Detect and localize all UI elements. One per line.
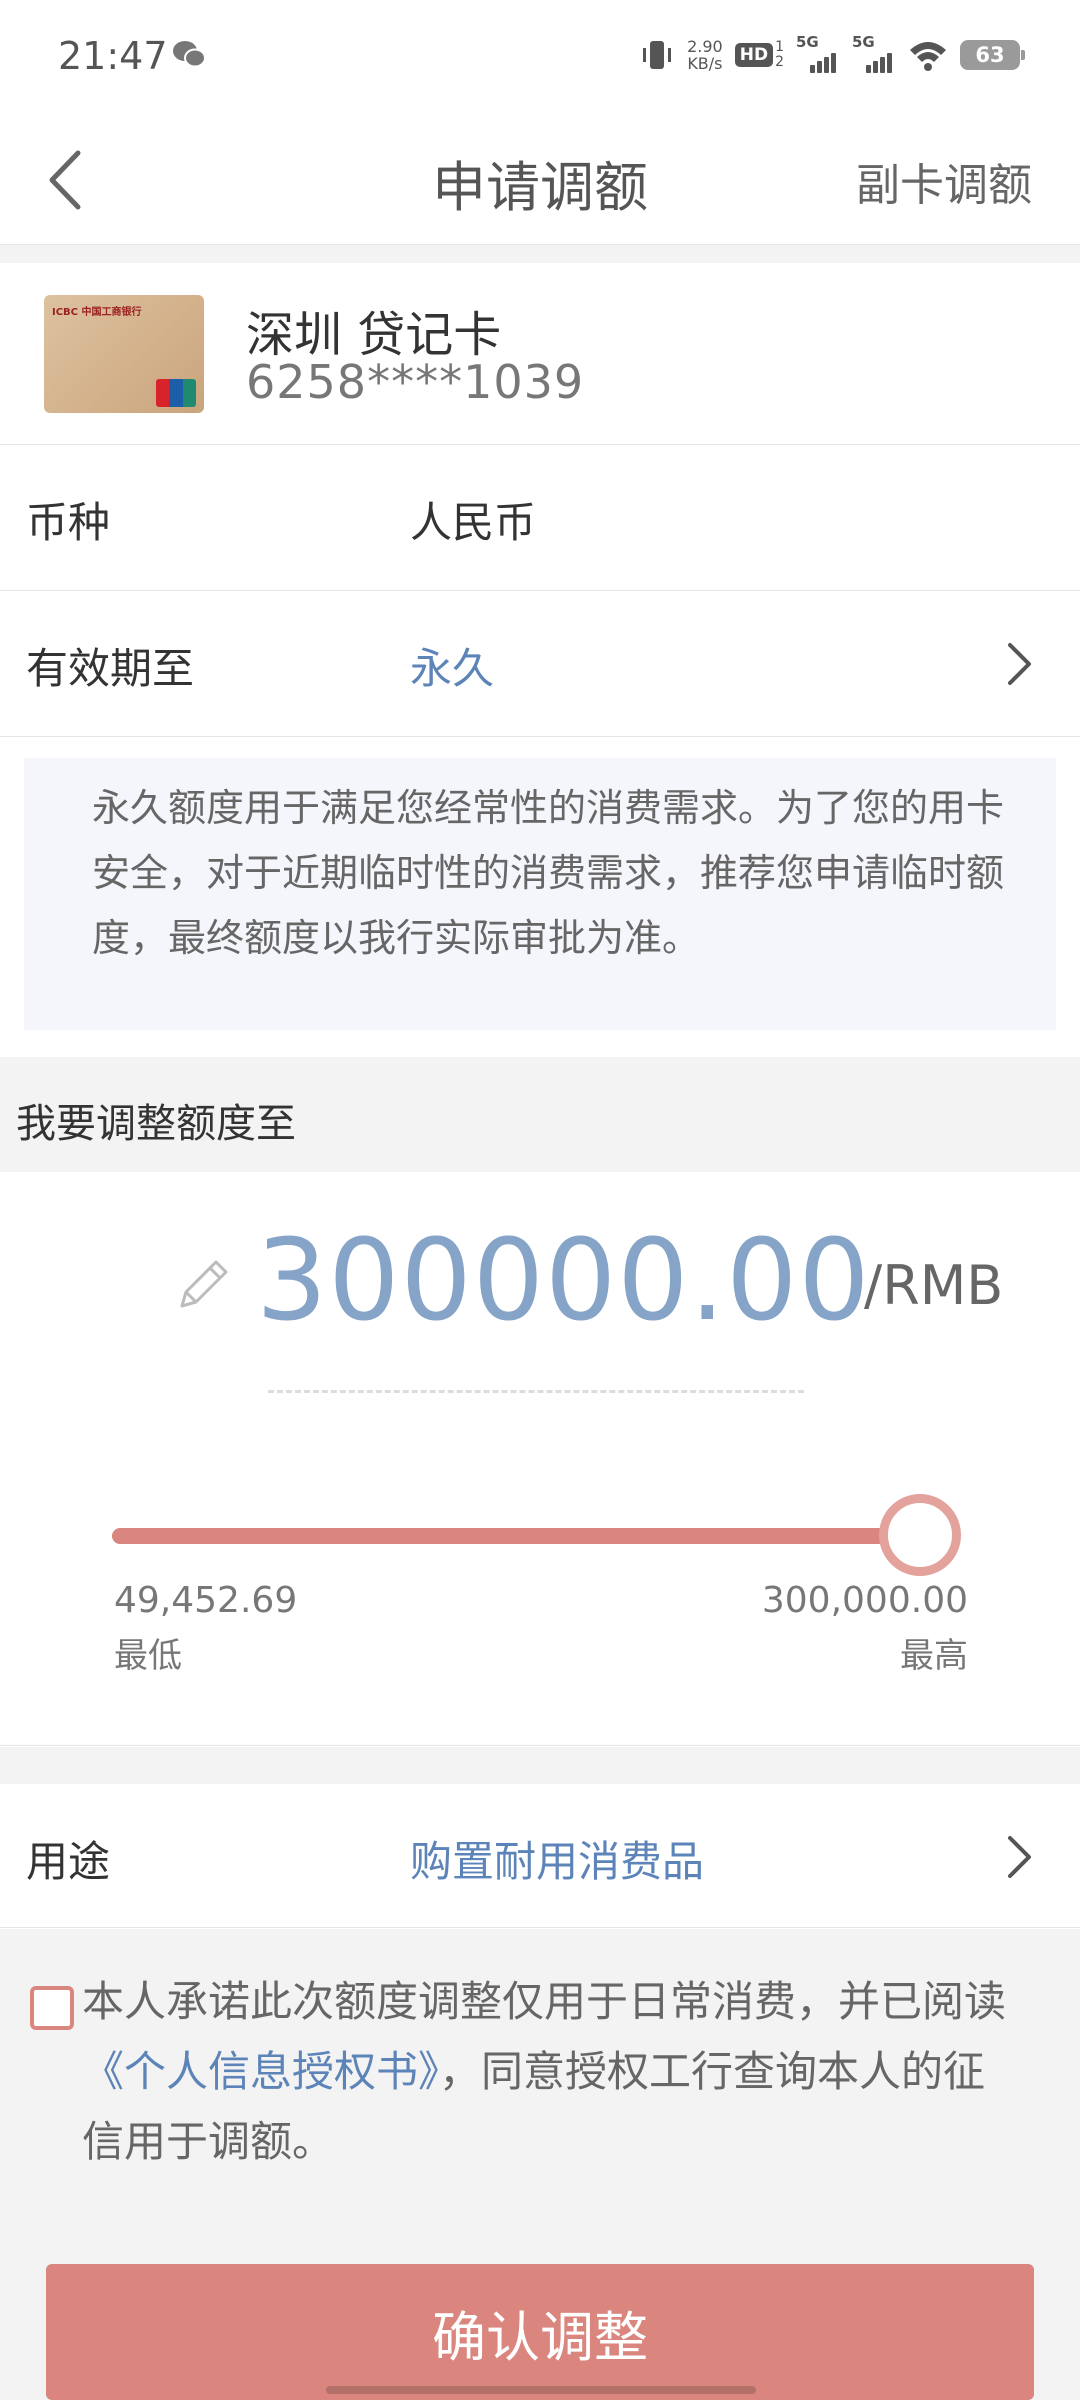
validity-label: 有效期至 [26,644,195,693]
currency-label: 币种 [26,498,111,547]
card-info-row: ICBC 中国工商银行 深圳 贷记卡 6258****1039 [0,263,1080,445]
slider-min-label: 最低 [114,1636,182,1676]
divider [0,245,1080,263]
purpose-row[interactable]: 用途 购置耐用消费品 [0,1784,1080,1928]
amount-underline [268,1390,804,1393]
card-number: 6258****1039 [246,355,585,409]
section-header: 我要调整额度至 [0,1057,1080,1172]
purpose-value: 购置耐用消费品 [410,1837,705,1886]
confirm-adjust-button[interactable]: 确认调整 [46,2264,1034,2400]
currency-value: 人民币 [410,498,537,547]
agreement-text: 本人承诺此次额度调整仅用于日常消费，并已阅读《个人信息授权书》，同意授权工行查询… [82,1967,1022,2177]
amount-unit: /RMB [864,1254,1004,1317]
network-speed: 2.90 KB/s [687,38,723,72]
hd-sub-top: 1 [775,39,784,55]
vibrate-icon [643,41,672,69]
section-title: 我要调整额度至 [16,1101,296,1147]
sim2-network-label: 5G [852,33,875,51]
slider-max-value: 300,000.00 [761,1580,968,1621]
hd-sub-bottom: 2 [775,54,784,70]
chevron-right-icon [1008,643,1031,685]
amount-area: 300000.00 /RMB 49,452.69 最低 300,000.00 最… [0,1172,1080,1746]
validity-row[interactable]: 有效期至 永久 [0,591,1080,737]
validity-value: 永久 [410,644,495,693]
hd-label: HD [734,43,774,67]
amount-slider-track[interactable] [112,1528,920,1544]
divider [0,1747,1080,1784]
sim1-network-label: 5G [796,33,819,51]
wifi-icon [910,42,946,71]
home-indicator[interactable] [326,2386,756,2394]
pencil-icon[interactable] [172,1252,236,1316]
agreement-checkbox[interactable] [30,1986,74,2030]
purpose-label: 用途 [26,1837,111,1886]
status-bar: 21:47 2.90 KB/s HD 1 2 5G 5G 63 [0,0,1080,115]
secondary-card-adjust-button[interactable]: 副卡调额 [856,149,1032,213]
network-speed-unit: KB/s [687,54,723,73]
notice-box: 永久额度用于满足您经常性的消费需求。为了您的用卡安全，对于近期临时性的消费需求，… [24,758,1056,1030]
signal-icon-sim2: 5G [852,33,896,73]
battery-indicator: 63 [960,40,1025,70]
slider-min-value: 49,452.69 [114,1580,298,1621]
bank-logo: ICBC 中国工商银行 [52,307,142,318]
unionpay-logo-icon [156,379,196,407]
status-time: 21:47 [58,34,168,78]
amount-slider-thumb[interactable] [879,1494,961,1576]
wechat-icon [173,41,206,68]
nav-bar: 申请调额 副卡调额 [0,115,1080,245]
amount-input[interactable]: 300000.00 [256,1216,871,1346]
currency-row: 币种 人民币 [0,445,1080,591]
agreement-text-before: 本人承诺此次额度调整仅用于日常消费，并已阅读 [82,1977,1007,2026]
hd-sub: 1 2 [775,40,784,70]
hd-voice-indicator: HD 1 2 [734,40,784,70]
network-speed-value: 2.90 [687,37,723,56]
chevron-right-icon [1008,1836,1031,1878]
credit-card-image: ICBC 中国工商银行 [44,295,204,413]
slider-max-label: 最高 [900,1636,968,1676]
privacy-authorization-link[interactable]: 《个人信息授权书》 [82,2047,439,2096]
signal-icon-sim1: 5G [796,33,840,73]
status-icons: 2.90 KB/s HD 1 2 5G 5G 63 [639,32,1025,78]
